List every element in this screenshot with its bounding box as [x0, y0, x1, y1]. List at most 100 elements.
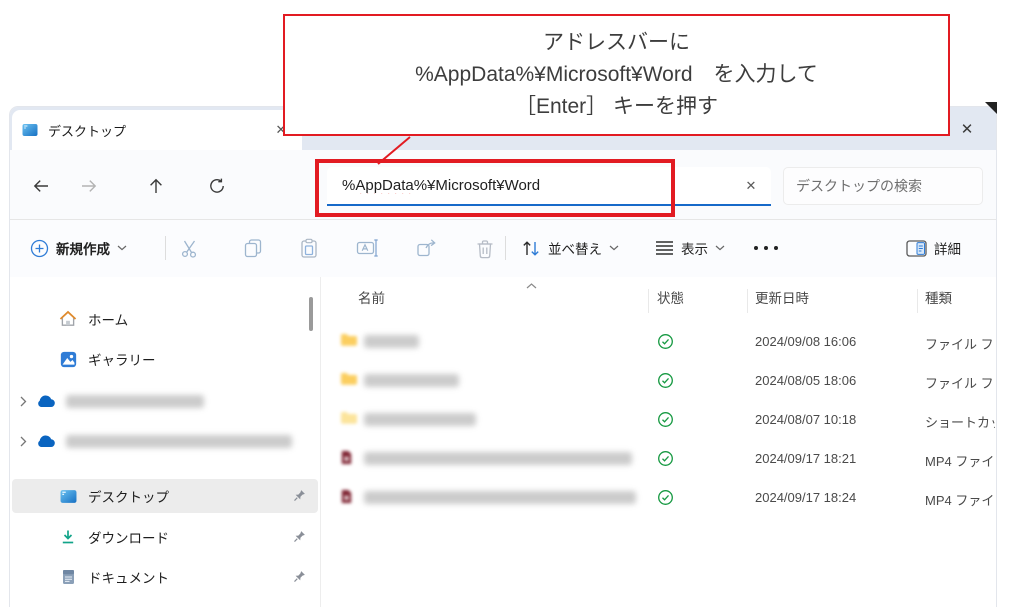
onedrive-cloud-icon — [36, 434, 56, 448]
sidebar-item-label: ホーム — [88, 309, 128, 329]
details-pane-button[interactable]: 詳細 — [906, 232, 961, 264]
sort-button[interactable]: 並べ替え — [521, 232, 619, 264]
screenshot-root: デスクトップ ✕ + ✕ %AppData%¥Microsoft¥Word ✕ … — [0, 0, 1024, 607]
address-clear-icon[interactable]: ✕ — [739, 174, 763, 198]
file-date: 2024/08/05 18:06 — [755, 373, 856, 388]
redacted-label — [66, 435, 292, 448]
pin-icon — [293, 489, 306, 502]
up-arrow-icon[interactable] — [141, 171, 171, 201]
file-type: ショートカット — [925, 412, 995, 431]
details-pane-icon — [906, 240, 927, 257]
column-header-name[interactable]: 名前 — [358, 287, 385, 307]
chevron-right-icon[interactable] — [12, 396, 34, 407]
file-type: ファイル フォル — [925, 334, 995, 353]
search-input[interactable]: デスクトップの検索 — [783, 167, 983, 205]
cut-button[interactable] — [180, 232, 201, 264]
sidebar-item-gallery[interactable]: ギャラリー — [12, 342, 318, 376]
chevron-down-icon — [715, 245, 725, 251]
file-row[interactable]: 2024/08/05 18:06 ファイル フォル — [330, 362, 996, 400]
rename-icon — [356, 238, 378, 258]
sidebar-item-onedrive-2[interactable] — [12, 424, 318, 458]
cut-icon — [180, 238, 201, 259]
sidebar-item-desktop[interactable]: デスクトップ — [12, 479, 318, 513]
folder-icon — [340, 372, 358, 386]
sidebar-scrollbar[interactable] — [309, 297, 313, 331]
new-button[interactable]: 新規作成 — [30, 232, 127, 264]
search-placeholder: デスクトップの検索 — [796, 176, 922, 196]
paste-button[interactable] — [299, 232, 319, 264]
back-arrow-icon[interactable] — [26, 171, 56, 201]
file-type: MP4 ファイル — [925, 490, 995, 509]
rename-button[interactable] — [356, 232, 378, 264]
file-row[interactable]: 2024/08/07 10:18 ショートカット — [330, 401, 996, 439]
file-type: ファイル フォル — [925, 373, 995, 392]
column-header-type[interactable]: 種類 — [925, 287, 952, 307]
tab-desktop[interactable]: デスクトップ ✕ — [12, 110, 302, 150]
sync-status-icon — [657, 372, 674, 389]
sync-status-icon — [657, 489, 674, 506]
chevron-right-icon[interactable] — [12, 436, 34, 447]
downloads-icon — [58, 529, 78, 545]
file-date: 2024/09/08 16:06 — [755, 334, 856, 349]
command-toolbar — [10, 220, 996, 278]
redacted-file-name — [364, 374, 459, 387]
redacted-file-name — [364, 413, 476, 426]
file-row[interactable]: 2024/09/08 16:06 ファイル フォル — [330, 323, 996, 361]
folder-icon — [340, 411, 358, 425]
more-options-button[interactable] — [753, 232, 779, 264]
address-bar-input[interactable]: %AppData%¥Microsoft¥Word ✕ — [327, 167, 771, 206]
delete-icon — [475, 238, 495, 259]
callout-line-2: %AppData%¥Microsoft¥Word を入力して — [415, 59, 818, 91]
file-date: 2024/09/17 18:24 — [755, 490, 856, 505]
delete-button[interactable] — [475, 232, 495, 264]
new-plus-icon — [30, 239, 49, 258]
copy-button[interactable] — [243, 232, 263, 264]
sidebar-item-label: ギャラリー — [88, 349, 156, 369]
tab-label: デスクトップ — [48, 121, 270, 140]
gallery-icon — [58, 351, 78, 368]
sidebar-item-downloads[interactable]: ダウンロード — [12, 520, 318, 554]
sidebar-item-onedrive-1[interactable] — [12, 384, 318, 418]
column-header-date[interactable]: 更新日時 — [755, 287, 809, 307]
pin-icon — [293, 530, 306, 543]
annotation-callout: アドレスバーに %AppData%¥Microsoft¥Word を入力して ［… — [283, 14, 950, 136]
share-button[interactable] — [416, 232, 437, 264]
redacted-file-name — [364, 491, 636, 504]
redacted-file-name — [364, 335, 419, 348]
forward-arrow-icon[interactable] — [74, 171, 104, 201]
onedrive-cloud-icon — [36, 394, 56, 408]
copy-icon — [243, 238, 263, 258]
view-button[interactable]: 表示 — [655, 232, 725, 264]
redacted-file-name — [364, 452, 632, 465]
documents-icon — [58, 569, 78, 585]
file-type: MP4 ファイル — [925, 451, 995, 470]
folder-icon — [340, 333, 358, 347]
share-icon — [416, 238, 437, 258]
sidebar-item-label: ドキュメント — [88, 567, 169, 587]
sidebar-item-documents[interactable]: ドキュメント — [12, 560, 318, 594]
file-row[interactable]: 2024/09/17 18:21 MP4 ファイル — [330, 440, 996, 478]
file-row[interactable]: 2024/09/17 18:24 MP4 ファイル — [330, 479, 996, 517]
window-close-button[interactable]: ✕ — [952, 116, 982, 142]
sidebar-item-home[interactable]: ホーム — [12, 302, 318, 336]
desktop-icon — [22, 122, 38, 138]
sort-icon — [521, 239, 541, 258]
mp4-file-icon — [340, 450, 353, 465]
cursor-wedge — [984, 102, 998, 116]
chevron-down-icon — [117, 245, 127, 251]
redacted-label — [66, 395, 204, 408]
column-header-status[interactable]: 状態 — [657, 287, 684, 307]
sidebar-item-label: デスクトップ — [88, 486, 169, 506]
details-pane-label: 詳細 — [934, 238, 961, 258]
sort-button-label: 並べ替え — [548, 238, 602, 258]
refresh-icon[interactable] — [202, 171, 232, 201]
address-text: %AppData%¥Microsoft¥Word — [342, 177, 739, 194]
callout-line-1: アドレスバーに — [543, 27, 690, 59]
pin-icon — [293, 570, 306, 583]
file-date: 2024/09/17 18:21 — [755, 451, 856, 466]
file-date: 2024/08/07 10:18 — [755, 412, 856, 427]
mp4-file-icon — [340, 489, 353, 504]
view-button-label: 表示 — [681, 238, 708, 258]
more-icon — [753, 245, 779, 251]
desktop-icon — [58, 488, 78, 505]
